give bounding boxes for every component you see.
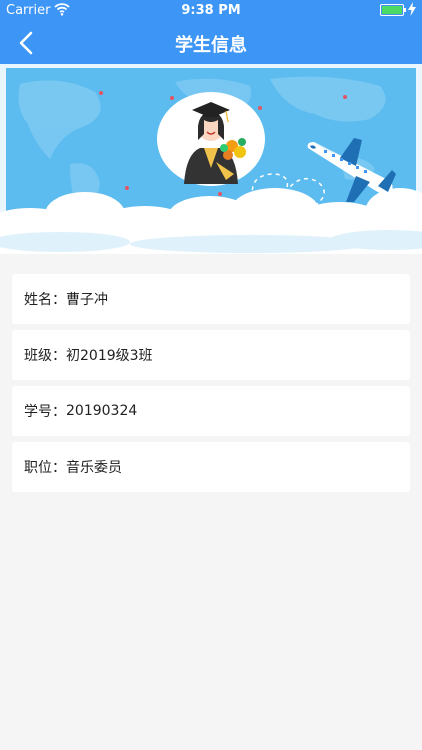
airplane-icon	[307, 138, 396, 202]
position-label: 职位：	[24, 460, 66, 476]
student-id-label: 学号：	[24, 404, 66, 420]
name-value: 曹子冲	[66, 292, 108, 308]
name-row: 姓名： 曹子冲	[12, 274, 410, 324]
class-value: 初2019级3班	[66, 348, 153, 364]
class-row: 班级： 初2019级3班	[12, 330, 410, 380]
position-value: 音乐委员	[66, 460, 122, 476]
bolt-icon	[408, 2, 416, 20]
status-bar: Carrier 9:38 PM	[0, 0, 422, 20]
battery-icon	[380, 4, 406, 16]
class-label: 班级：	[24, 348, 66, 364]
profile-banner	[0, 64, 422, 254]
student-info-list: 姓名： 曹子冲 班级： 初2019级3班 学号： 20190324 职位： 音乐…	[12, 274, 410, 498]
name-label: 姓名：	[24, 292, 66, 308]
nav-bar: 学生信息	[0, 20, 422, 64]
graduate-avatar-icon	[157, 92, 265, 186]
position-row: 职位： 音乐委员	[12, 442, 410, 492]
page-title: 学生信息	[175, 35, 247, 56]
student-id-value: 20190324	[66, 403, 138, 419]
student-id-row: 学号： 20190324	[12, 386, 410, 436]
status-time: 9:38 PM	[181, 3, 241, 18]
